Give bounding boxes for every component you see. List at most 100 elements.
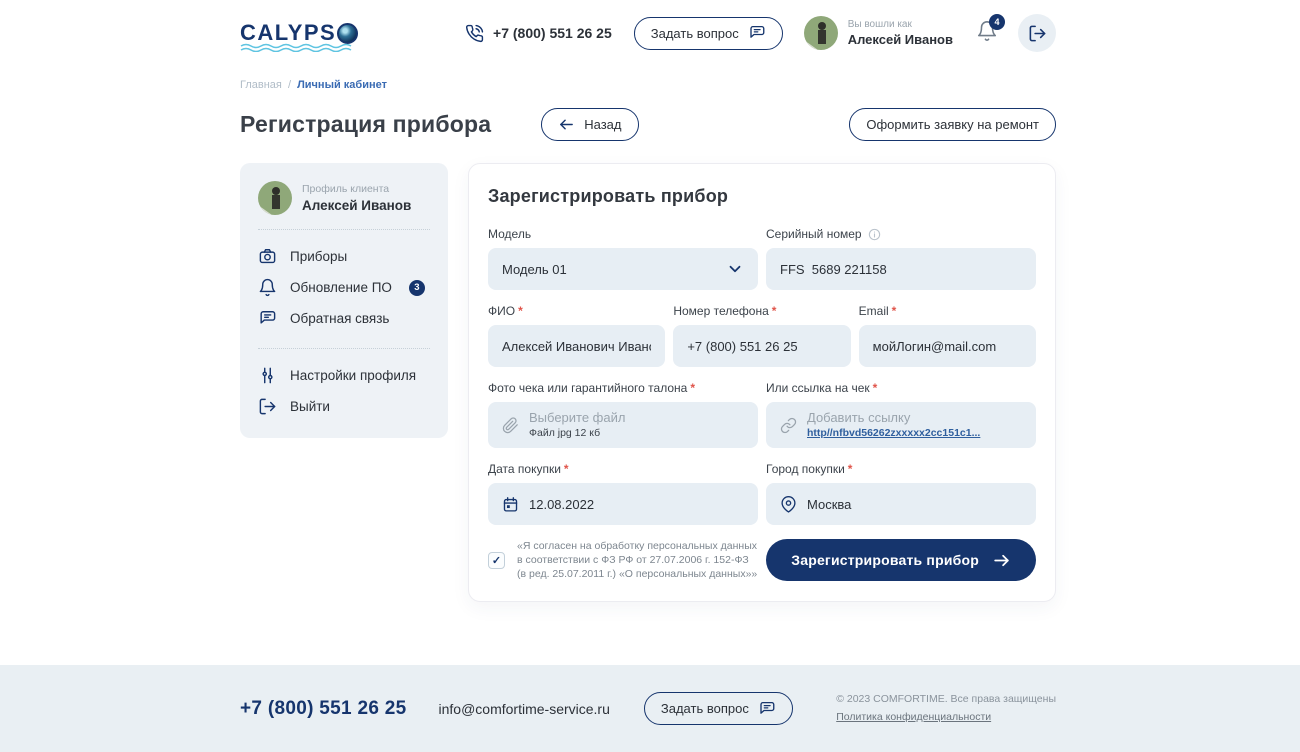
repair-request-label: Оформить заявку на ремонт (866, 117, 1039, 132)
back-button-label: Назад (584, 117, 621, 132)
fio-label: ФИО (488, 304, 515, 318)
fio-input[interactable] (502, 339, 651, 354)
checkmark-icon: ✓ (492, 554, 501, 567)
serial-input[interactable] (780, 262, 1022, 277)
model-select-value: Модель 01 (502, 262, 567, 277)
receipt-photo-field-group: Фото чека или гарантийного талона* Выбер… (488, 381, 758, 448)
sidebar-item-logout[interactable]: Выйти (258, 391, 430, 422)
model-select[interactable]: Модель 01 (488, 248, 758, 290)
fio-field-group: ФИО* (488, 304, 665, 367)
page-footer: +7 (800) 551 26 25 info@comfortime-servi… (0, 665, 1300, 752)
repair-request-button[interactable]: Оформить заявку на ремонт (849, 108, 1056, 141)
phone-label: Номер телефона (673, 304, 768, 318)
consent-line-3: (в ред. 25.07.2011 г.) «О персональных д… (517, 567, 757, 581)
footer-email[interactable]: info@comfortime-service.ru (439, 701, 610, 717)
consent-line-1: «Я согласен на обработку персональных да… (517, 539, 757, 553)
copyright-text: © 2023 COMFORTIME. Все права защищены (836, 693, 1056, 706)
model-field-group: Модель Модель 01 (488, 227, 758, 290)
sidebar-item-software-update-label: Обновление ПО (290, 280, 392, 295)
receipt-link-label: Или ссылка на чек (766, 381, 870, 395)
arrow-left-icon (558, 116, 575, 133)
arrow-right-icon (992, 551, 1011, 570)
header-actions: +7 (800) 551 26 25 Задать вопрос (465, 14, 1056, 52)
sidebar-item-profile-settings[interactable]: Настройки профиля (258, 360, 430, 391)
sidebar-item-software-update[interactable]: Обновление ПО 3 (258, 272, 430, 303)
purchase-date-field-group: Дата покупки* (488, 462, 758, 525)
ask-question-button[interactable]: Задать вопрос (634, 17, 783, 50)
sidebar-divider (258, 229, 430, 230)
registration-form: Зарегистрировать прибор Модель Модель 01… (468, 163, 1056, 602)
sidebar-item-devices[interactable]: Приборы (258, 241, 430, 272)
purchase-city-control[interactable] (766, 483, 1036, 525)
user-avatar (804, 16, 838, 50)
user-name: Алексей Иванов (848, 32, 953, 47)
required-mark: * (873, 381, 878, 395)
bell-icon (258, 278, 277, 297)
sidebar: Профиль клиента Алексей Иванов Приборы (240, 163, 448, 438)
receipt-link-url[interactable]: http//nfbvd56262zxxxxx2cc151c1... (807, 427, 980, 440)
logout-icon (258, 397, 277, 416)
purchase-date-input[interactable] (529, 497, 744, 512)
required-mark: * (690, 381, 695, 395)
notifications-button[interactable]: 4 (976, 20, 998, 47)
purchase-city-input[interactable] (807, 497, 1022, 512)
waves-icon (240, 43, 358, 52)
back-button[interactable]: Назад (541, 108, 638, 141)
footer-ask-question-button[interactable]: Задать вопрос (644, 692, 793, 725)
logout-icon (1028, 24, 1047, 43)
sidebar-item-profile-settings-label: Настройки профиля (290, 368, 416, 383)
breadcrumb-current[interactable]: Личный кабинет (297, 79, 387, 91)
purchase-city-field-group: Город покупки* (766, 462, 1036, 525)
info-icon (868, 228, 881, 241)
user-block[interactable]: Вы вошли как Алексей Иванов (804, 16, 953, 50)
purchase-date-control[interactable] (488, 483, 758, 525)
sliders-icon (258, 366, 277, 385)
top-header: CALYPS +7 (800) 551 26 25 Задать вопрос (0, 0, 1300, 66)
ask-question-label: Задать вопрос (651, 26, 739, 41)
sidebar-divider (258, 348, 430, 349)
form-title: Зарегистрировать прибор (488, 186, 1036, 207)
brand-logo-text: CALYPS (240, 22, 336, 44)
fio-input-wrap (488, 325, 665, 367)
phone-input[interactable] (687, 339, 836, 354)
purchase-city-label: Город покупки (766, 462, 845, 476)
chat-icon (758, 700, 776, 718)
file-upload-control[interactable]: Выберите файл Файл jpg 12 кб (488, 402, 758, 448)
serial-input-wrap (766, 248, 1036, 290)
consent-checkbox[interactable]: ✓ (488, 552, 505, 569)
header-phone-number: +7 (800) 551 26 25 (493, 25, 612, 41)
map-pin-icon (780, 496, 797, 513)
sidebar-item-feedback-label: Обратная связь (290, 311, 389, 326)
page: CALYPS +7 (800) 551 26 25 Задать вопрос (0, 0, 1300, 752)
breadcrumb-home[interactable]: Главная (240, 79, 282, 91)
header-phone[interactable]: +7 (800) 551 26 25 (465, 24, 612, 43)
software-update-badge: 3 (409, 280, 425, 296)
model-label: Модель (488, 227, 531, 241)
file-placeholder: Выберите файл (529, 411, 625, 424)
chevron-down-icon (726, 260, 744, 278)
file-info: Файл jpg 12 кб (529, 427, 625, 440)
logged-in-as-label: Вы вошли как (848, 19, 953, 30)
privacy-policy-link[interactable]: Политика конфиденциальности (836, 711, 1056, 724)
brand-logo[interactable]: CALYPS (240, 22, 358, 44)
required-mark: * (564, 462, 569, 476)
footer-phone[interactable]: +7 (800) 551 26 25 (240, 698, 407, 720)
phone-input-wrap (673, 325, 850, 367)
sidebar-item-feedback[interactable]: Обратная связь (258, 303, 430, 334)
notifications-badge: 4 (989, 14, 1005, 30)
sidebar-item-logout-label: Выйти (290, 399, 330, 414)
purchase-date-label: Дата покупки (488, 462, 561, 476)
serial-field-group: Серийный номер (766, 227, 1036, 290)
logout-button[interactable] (1018, 14, 1056, 52)
receipt-link-field-group: Или ссылка на чек* Добавить ссылку http/… (766, 381, 1036, 448)
profile-avatar (258, 181, 292, 215)
link-control[interactable]: Добавить ссылку http//nfbvd56262zxxxxx2c… (766, 402, 1036, 448)
calendar-icon (502, 496, 519, 513)
lens-icon (337, 23, 358, 44)
email-input-wrap (859, 325, 1036, 367)
phone-field-group: Номер телефона* (673, 304, 850, 367)
profile-name: Алексей Иванов (302, 198, 411, 213)
register-device-button[interactable]: Зарегистрировать прибор (766, 539, 1036, 581)
sidebar-item-devices-label: Приборы (290, 249, 347, 264)
email-input[interactable] (873, 339, 1022, 354)
